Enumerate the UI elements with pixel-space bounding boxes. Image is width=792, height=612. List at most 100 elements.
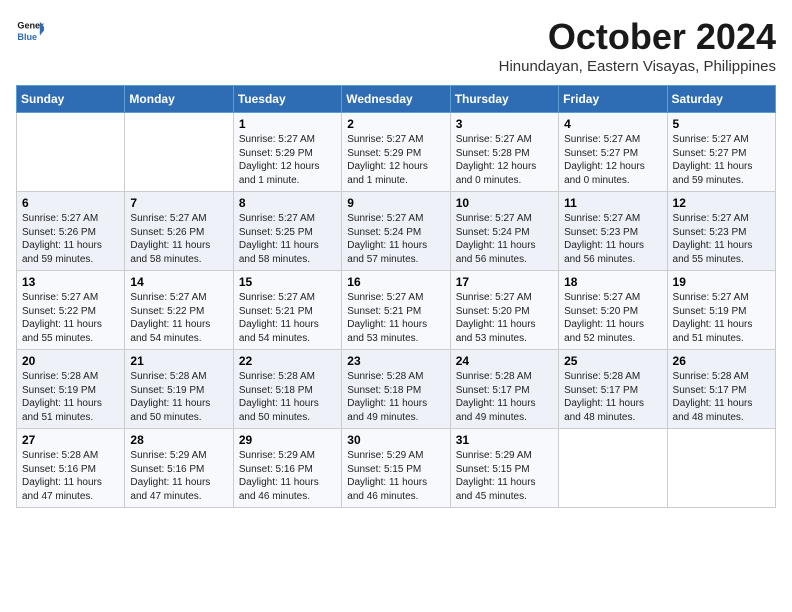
day-number: 5 [673,117,770,131]
day-number: 14 [130,275,227,289]
calendar-cell [667,429,775,508]
day-number: 22 [239,354,336,368]
cell-content: Sunrise: 5:27 AM Sunset: 5:23 PM Dayligh… [564,212,661,266]
day-number: 17 [456,275,553,289]
day-number: 10 [456,196,553,210]
calendar-week-3: 13 Sunrise: 5:27 AM Sunset: 5:22 PM Dayli… [17,271,776,350]
cell-content: Sunrise: 5:27 AM Sunset: 5:21 PM Dayligh… [239,291,336,345]
calendar-cell: 15 Sunrise: 5:27 AM Sunset: 5:21 PM Dayli… [233,271,341,350]
calendar-cell: 8 Sunrise: 5:27 AM Sunset: 5:25 PM Daylig… [233,192,341,271]
cell-content: Sunrise: 5:29 AM Sunset: 5:15 PM Dayligh… [347,449,444,503]
calendar-cell: 29 Sunrise: 5:29 AM Sunset: 5:16 PM Dayli… [233,429,341,508]
calendar-cell: 6 Sunrise: 5:27 AM Sunset: 5:26 PM Daylig… [17,192,125,271]
cell-content: Sunrise: 5:27 AM Sunset: 5:27 PM Dayligh… [673,133,770,187]
day-number: 6 [22,196,119,210]
calendar-cell: 1 Sunrise: 5:27 AM Sunset: 5:29 PM Daylig… [233,113,341,192]
calendar-cell: 16 Sunrise: 5:27 AM Sunset: 5:21 PM Dayli… [342,271,450,350]
calendar-cell: 28Sunrise: 5:29 AM Sunset: 5:16 PM Dayli… [125,429,233,508]
cell-content: Sunrise: 5:27 AM Sunset: 5:21 PM Dayligh… [347,291,444,345]
cell-content: Sunrise: 5:27 AM Sunset: 5:29 PM Dayligh… [347,133,444,187]
day-number: 12 [673,196,770,210]
calendar-cell: 27 Sunrise: 5:28 AM Sunset: 5:16 PM Dayli… [17,429,125,508]
calendar-cell [125,113,233,192]
day-number: 8 [239,196,336,210]
calendar-cell [17,113,125,192]
cell-content: Sunrise: 5:27 AM Sunset: 5:23 PM Dayligh… [673,212,770,266]
calendar-cell: 31Sunrise: 5:29 AM Sunset: 5:15 PM Dayli… [450,429,558,508]
day-number: 9 [347,196,444,210]
cell-content: Sunrise: 5:27 AM Sunset: 5:19 PM Dayligh… [673,291,770,345]
cell-content: Sunrise: 5:27 AM Sunset: 5:22 PM Dayligh… [130,291,227,345]
calendar-cell: 14 Sunrise: 5:27 AM Sunset: 5:22 PM Dayli… [125,271,233,350]
cell-content: Sunrise: 5:28 AM Sunset: 5:17 PM Dayligh… [456,370,553,424]
svg-text:Blue: Blue [17,32,37,42]
calendar-cell: 24Sunrise: 5:28 AM Sunset: 5:17 PM Dayli… [450,350,558,429]
calendar-cell: 13 Sunrise: 5:27 AM Sunset: 5:22 PM Dayli… [17,271,125,350]
day-number: 16 [347,275,444,289]
header-friday: Friday [559,86,667,113]
calendar-cell: 7 Sunrise: 5:27 AM Sunset: 5:26 PM Daylig… [125,192,233,271]
day-number: 25 [564,354,661,368]
header-tuesday: Tuesday [233,86,341,113]
header: GeneralBlue October 2024 Hinundayan, Eas… [16,16,776,75]
calendar-cell: 19Sunrise: 5:27 AM Sunset: 5:19 PM Dayli… [667,271,775,350]
cell-content: Sunrise: 5:27 AM Sunset: 5:27 PM Dayligh… [564,133,661,187]
calendar-cell: 3 Sunrise: 5:27 AM Sunset: 5:28 PM Daylig… [450,113,558,192]
day-number: 7 [130,196,227,210]
calendar-cell: 18 Sunrise: 5:27 AM Sunset: 5:20 PM Dayli… [559,271,667,350]
calendar-cell: 30Sunrise: 5:29 AM Sunset: 5:15 PM Dayli… [342,429,450,508]
calendar-cell: 10Sunrise: 5:27 AM Sunset: 5:24 PM Dayli… [450,192,558,271]
day-number: 29 [239,433,336,447]
day-number: 21 [130,354,227,368]
cell-content: Sunrise: 5:29 AM Sunset: 5:16 PM Dayligh… [239,449,336,503]
calendar-cell: 20 Sunrise: 5:28 AM Sunset: 5:19 PM Dayli… [17,350,125,429]
subtitle: Hinundayan, Eastern Visayas, Philippines [499,58,776,75]
calendar-cell: 12 Sunrise: 5:27 AM Sunset: 5:23 PM Dayli… [667,192,775,271]
header-monday: Monday [125,86,233,113]
cell-content: Sunrise: 5:27 AM Sunset: 5:29 PM Dayligh… [239,133,336,187]
header-wednesday: Wednesday [342,86,450,113]
day-number: 26 [673,354,770,368]
calendar-cell: 17 Sunrise: 5:27 AM Sunset: 5:20 PM Dayli… [450,271,558,350]
calendar-cell: 4 Sunrise: 5:27 AM Sunset: 5:27 PM Daylig… [559,113,667,192]
header-thursday: Thursday [450,86,558,113]
cell-content: Sunrise: 5:27 AM Sunset: 5:22 PM Dayligh… [22,291,119,345]
day-number: 3 [456,117,553,131]
cell-content: Sunrise: 5:29 AM Sunset: 5:15 PM Dayligh… [456,449,553,503]
calendar-week-4: 20 Sunrise: 5:28 AM Sunset: 5:19 PM Dayli… [17,350,776,429]
logo: GeneralBlue [16,16,44,44]
day-number: 18 [564,275,661,289]
cell-content: Sunrise: 5:27 AM Sunset: 5:28 PM Dayligh… [456,133,553,187]
calendar-cell: 5 Sunrise: 5:27 AM Sunset: 5:27 PM Daylig… [667,113,775,192]
calendar-header-row: SundayMondayTuesdayWednesdayThursdayFrid… [17,86,776,113]
cell-content: Sunrise: 5:27 AM Sunset: 5:20 PM Dayligh… [456,291,553,345]
calendar-cell: 25 Sunrise: 5:28 AM Sunset: 5:17 PM Dayli… [559,350,667,429]
header-sunday: Sunday [17,86,125,113]
cell-content: Sunrise: 5:28 AM Sunset: 5:19 PM Dayligh… [130,370,227,424]
title-area: October 2024 Hinundayan, Eastern Visayas… [499,16,776,75]
calendar-cell: 9Sunrise: 5:27 AM Sunset: 5:24 PM Daylig… [342,192,450,271]
day-number: 15 [239,275,336,289]
cell-content: Sunrise: 5:28 AM Sunset: 5:18 PM Dayligh… [347,370,444,424]
main-title: October 2024 [499,16,776,58]
cell-content: Sunrise: 5:27 AM Sunset: 5:26 PM Dayligh… [130,212,227,266]
cell-content: Sunrise: 5:27 AM Sunset: 5:25 PM Dayligh… [239,212,336,266]
day-number: 4 [564,117,661,131]
day-number: 1 [239,117,336,131]
day-number: 20 [22,354,119,368]
calendar-cell: 23Sunrise: 5:28 AM Sunset: 5:18 PM Dayli… [342,350,450,429]
cell-content: Sunrise: 5:28 AM Sunset: 5:18 PM Dayligh… [239,370,336,424]
calendar-cell: 2 Sunrise: 5:27 AM Sunset: 5:29 PM Daylig… [342,113,450,192]
cell-content: Sunrise: 5:28 AM Sunset: 5:19 PM Dayligh… [22,370,119,424]
calendar-week-5: 27 Sunrise: 5:28 AM Sunset: 5:16 PM Dayli… [17,429,776,508]
day-number: 27 [22,433,119,447]
day-number: 13 [22,275,119,289]
cell-content: Sunrise: 5:27 AM Sunset: 5:26 PM Dayligh… [22,212,119,266]
cell-content: Sunrise: 5:27 AM Sunset: 5:20 PM Dayligh… [564,291,661,345]
calendar-week-1: 1 Sunrise: 5:27 AM Sunset: 5:29 PM Daylig… [17,113,776,192]
logo-icon: GeneralBlue [16,16,44,44]
cell-content: Sunrise: 5:28 AM Sunset: 5:17 PM Dayligh… [564,370,661,424]
day-number: 2 [347,117,444,131]
cell-content: Sunrise: 5:28 AM Sunset: 5:16 PM Dayligh… [22,449,119,503]
calendar-table: SundayMondayTuesdayWednesdayThursdayFrid… [16,85,776,508]
